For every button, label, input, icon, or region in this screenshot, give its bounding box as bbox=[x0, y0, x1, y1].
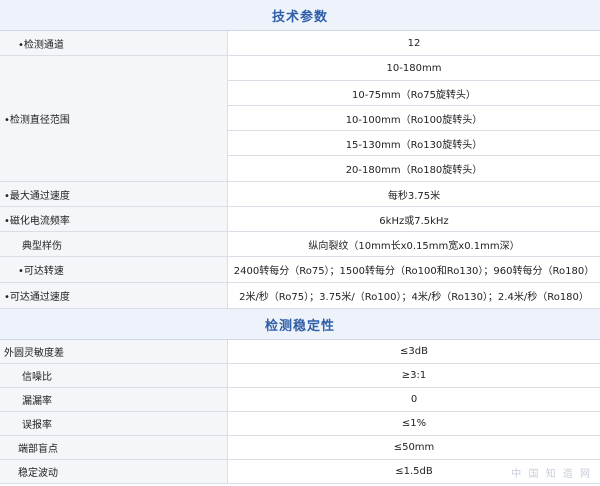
value-diameter-1: 10-75mm（Ro75旋转头） bbox=[228, 81, 600, 106]
row-false-rate: 误报率 ≤1% bbox=[0, 412, 600, 436]
value-diameter-0: 10-180mm bbox=[228, 56, 600, 81]
value-rot-speed: 2400转每分（Ro75）；1500转每分（Ro100和Ro130）；960转每… bbox=[233, 266, 595, 277]
label-mag-freq: •磁化电流频率 bbox=[0, 207, 228, 231]
row-typical-flaw: 典型样伤 纵向裂纹（10mm长x0.15mm宽x0.1mm深） bbox=[0, 232, 600, 257]
row-blind-end: 端部盲点 ≤50mm bbox=[0, 436, 600, 460]
value-snr: ≥3:1 bbox=[401, 370, 427, 381]
value-max-speed: 每秒3.75米 bbox=[387, 190, 441, 202]
section-title-stability: 检测稳定性 bbox=[264, 318, 335, 334]
label-miss-rate: 漏漏率 bbox=[0, 388, 228, 411]
label-false-rate: 误报率 bbox=[0, 412, 228, 435]
value-channels: 12 bbox=[407, 37, 421, 49]
label-channels: •检测通道 bbox=[0, 31, 228, 55]
spec-table: 技术参数 •检测通道 12 •检测直径范围 10-180mm 10-75mm（R… bbox=[0, 0, 600, 484]
label-rot-speed: •可达转速 bbox=[0, 257, 228, 282]
label-blind-end: 端部盲点 bbox=[0, 436, 228, 459]
row-max-speed: •最大通过速度 每秒3.75米 bbox=[0, 182, 600, 207]
label-fluctuation: 稳定波动 bbox=[0, 460, 228, 483]
row-snr: 信噪比 ≥3:1 bbox=[0, 364, 600, 388]
row-miss-rate: 漏漏率 0 bbox=[0, 388, 600, 412]
value-false-rate: ≤1% bbox=[401, 418, 427, 429]
value-diameter-2: 10-100mm（Ro100旋转头） bbox=[228, 106, 600, 131]
watermark: 中 国 知 造 网 bbox=[511, 469, 592, 480]
row-rot-speed: •可达转速 2400转每分（Ro75）；1500转每分（Ro100和Ro130）… bbox=[0, 257, 600, 283]
section-header-tech: 技术参数 bbox=[0, 0, 600, 31]
label-snr: 信噪比 bbox=[0, 364, 228, 387]
label-diameter-range: •检测直径范围 bbox=[0, 56, 228, 181]
value-blind-end: ≤50mm bbox=[393, 442, 435, 453]
value-diameter-3: 15-130mm（Ro130旋转头） bbox=[228, 131, 600, 156]
value-mag-freq: 6kHz或7.5kHz bbox=[379, 215, 449, 227]
label-typical-flaw: 典型样伤 bbox=[0, 232, 228, 256]
row-pass-speed: •可达通过速度 2米/秒（Ro75）；3.75米/（Ro100）；4米/秒（Ro… bbox=[0, 283, 600, 309]
value-diameter-4: 20-180mm（Ro180旋转头） bbox=[345, 165, 483, 176]
label-max-speed: •最大通过速度 bbox=[0, 182, 228, 206]
section-title-tech: 技术参数 bbox=[271, 9, 328, 25]
value-pass-speed: 2米/秒（Ro75）；3.75米/（Ro100）；4米/秒（Ro130）；2.4… bbox=[239, 292, 589, 303]
row-mag-freq: •磁化电流频率 6kHz或7.5kHz bbox=[0, 207, 600, 232]
label-pass-speed: •可达通过速度 bbox=[0, 283, 228, 308]
row-fluctuation: 稳定波动 ≤1.5dB bbox=[0, 460, 600, 484]
value-typical-flaw: 纵向裂纹（10mm长x0.15mm宽x0.1mm深） bbox=[308, 240, 520, 252]
row-sensitivity: 外圆灵敏度差 ≤3dB bbox=[0, 340, 600, 364]
section-header-stability: 检测稳定性 bbox=[0, 309, 600, 340]
row-channels: •检测通道 12 bbox=[0, 31, 600, 56]
value-sensitivity: ≤3dB bbox=[400, 346, 428, 357]
label-sensitivity: 外圆灵敏度差 bbox=[0, 340, 228, 363]
row-diameter-range: •检测直径范围 10-180mm 10-75mm（Ro75旋转头） 10-100… bbox=[0, 56, 600, 182]
value-miss-rate: 0 bbox=[410, 394, 418, 405]
